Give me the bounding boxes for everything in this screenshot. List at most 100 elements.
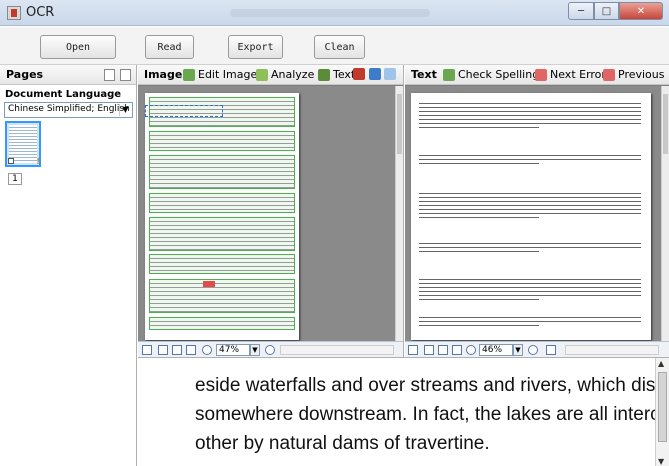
title-bar: OCR ─ □ ✕: [0, 0, 669, 26]
zoom-text-line: somewhere downstream. In fact, the lakes…: [195, 404, 669, 425]
text-line: [419, 123, 641, 124]
zoom-vertical-scrollbar[interactable]: ▲ ▼: [655, 358, 669, 466]
zoom-out-icon[interactable]: [202, 345, 212, 355]
export-button[interactable]: Export: [228, 35, 283, 59]
zoom-in-icon[interactable]: [528, 345, 538, 355]
page-number: 1: [8, 173, 22, 185]
text-block[interactable]: [149, 317, 295, 330]
text-line: [419, 111, 641, 112]
selection-box[interactable]: [145, 105, 223, 117]
zoom-text-line: other by natural dams of travertine.: [195, 433, 490, 454]
maximize-button[interactable]: □: [594, 2, 619, 20]
open-button[interactable]: Open: [40, 35, 116, 59]
text-line: [419, 103, 641, 104]
zoom-text-line: eside waterfalls and over streams and ri…: [195, 375, 669, 396]
previous-error-label: Previous Error: [618, 68, 669, 81]
next-error-button[interactable]: Next Error: [535, 68, 606, 81]
actual-size-icon[interactable]: [452, 345, 462, 355]
text-line: [419, 287, 641, 288]
blurred-title: [230, 9, 430, 17]
analyze-tool[interactable]: Analyze: [256, 68, 314, 81]
text-block[interactable]: [149, 155, 295, 189]
fit-page-icon[interactable]: [158, 345, 168, 355]
chevron-down-icon[interactable]: ▼: [119, 104, 131, 116]
read-button[interactable]: Read: [145, 35, 194, 59]
text-line: [419, 279, 641, 280]
text-line: [419, 317, 641, 318]
text-block[interactable]: [149, 193, 295, 213]
zoom-view[interactable]: — · — — — — — — — — — — — — — — — — — — …: [138, 357, 669, 466]
text-line: [419, 295, 641, 296]
text-line: [419, 321, 641, 322]
zoom-text-cutoff: — · — — — — — — — — — — — — — — — — — — …: [195, 358, 669, 368]
analyze-icon: [256, 68, 268, 81]
pages-panel: Pages Document Language Chinese Simplifi…: [0, 65, 137, 466]
picture-area-tool[interactable]: [353, 68, 368, 80]
scanned-page: [145, 93, 299, 340]
collapse-icon[interactable]: [142, 345, 152, 355]
window-title: OCR: [26, 5, 55, 20]
text-zoom-bar: 46% ▼: [405, 341, 669, 357]
text-vertical-scrollbar[interactable]: [661, 86, 669, 341]
previous-error-button[interactable]: Previous Error: [603, 68, 669, 81]
table-area-tool[interactable]: [369, 68, 384, 80]
text-area-tool[interactable]: Text: [318, 68, 355, 81]
edit-image-tool[interactable]: Edit Image: [183, 68, 257, 81]
clean-button[interactable]: Clean: [314, 35, 365, 59]
chevron-down-icon[interactable]: ▼: [513, 344, 523, 356]
language-value: Chinese Simplified; English: [8, 104, 130, 114]
remove-page-icon[interactable]: [120, 69, 131, 81]
scroll-down-icon[interactable]: ▼: [658, 457, 664, 466]
text-block[interactable]: [149, 131, 295, 151]
warning-icon: !: [36, 157, 40, 166]
image-vertical-scrollbar[interactable]: [395, 86, 403, 341]
text-line: [419, 291, 641, 292]
text-panel: Text Check Spelling Next Error Previous …: [405, 65, 669, 357]
zoom-in-icon[interactable]: [265, 345, 275, 355]
add-page-icon[interactable]: [104, 69, 115, 81]
text-block[interactable]: [149, 217, 295, 251]
text-line: [419, 299, 539, 300]
fit-page-icon[interactable]: [424, 345, 434, 355]
page-thumbnail[interactable]: !: [5, 121, 41, 167]
scroll-up-icon[interactable]: ▲: [658, 359, 664, 368]
text-horizontal-scrollbar[interactable]: [565, 345, 659, 355]
text-line: [419, 217, 539, 218]
app-icon: [7, 6, 21, 20]
zoom-out-icon[interactable]: [466, 345, 476, 355]
image-horizontal-scrollbar[interactable]: [280, 345, 394, 355]
next-error-label: Next Error: [550, 68, 606, 81]
minimize-button[interactable]: ─: [568, 2, 594, 20]
collapse-icon[interactable]: [408, 345, 418, 355]
chevron-down-icon[interactable]: ▼: [250, 344, 260, 356]
text-view[interactable]: [405, 86, 669, 341]
pointer-icon: [384, 68, 396, 80]
previous-error-icon: [603, 68, 615, 81]
text-zoom-input[interactable]: 46%: [479, 344, 513, 356]
edit-image-icon: [183, 68, 195, 81]
settings-icon[interactable]: [546, 345, 556, 355]
check-spelling-label: Check Spelling: [458, 68, 540, 81]
image-panel: Image Edit Image Analyze Text 47% ▼: [138, 65, 404, 357]
check-spelling-button[interactable]: Check Spelling: [443, 68, 539, 81]
image-zoom-input[interactable]: 47%: [216, 344, 250, 356]
text-area-icon: [318, 68, 330, 81]
next-error-icon: [535, 68, 547, 81]
image-view[interactable]: [138, 86, 403, 341]
actual-size-icon[interactable]: [186, 345, 196, 355]
main-toolbar: Open Read Export Clean: [0, 27, 669, 65]
text-line: [419, 119, 641, 120]
close-button[interactable]: ✕: [619, 2, 663, 20]
fit-width-icon[interactable]: [438, 345, 448, 355]
text-block[interactable]: [149, 279, 295, 313]
table-area-icon: [369, 68, 381, 80]
text-line: [419, 247, 641, 248]
text-line: [419, 193, 641, 194]
text-block[interactable]: [149, 254, 295, 274]
text-line: [419, 201, 641, 202]
language-select[interactable]: Chinese Simplified; English ▼: [4, 102, 133, 118]
text-line: [419, 325, 539, 326]
select-tool[interactable]: [384, 68, 399, 80]
text-line: [419, 127, 539, 128]
fit-width-icon[interactable]: [172, 345, 182, 355]
